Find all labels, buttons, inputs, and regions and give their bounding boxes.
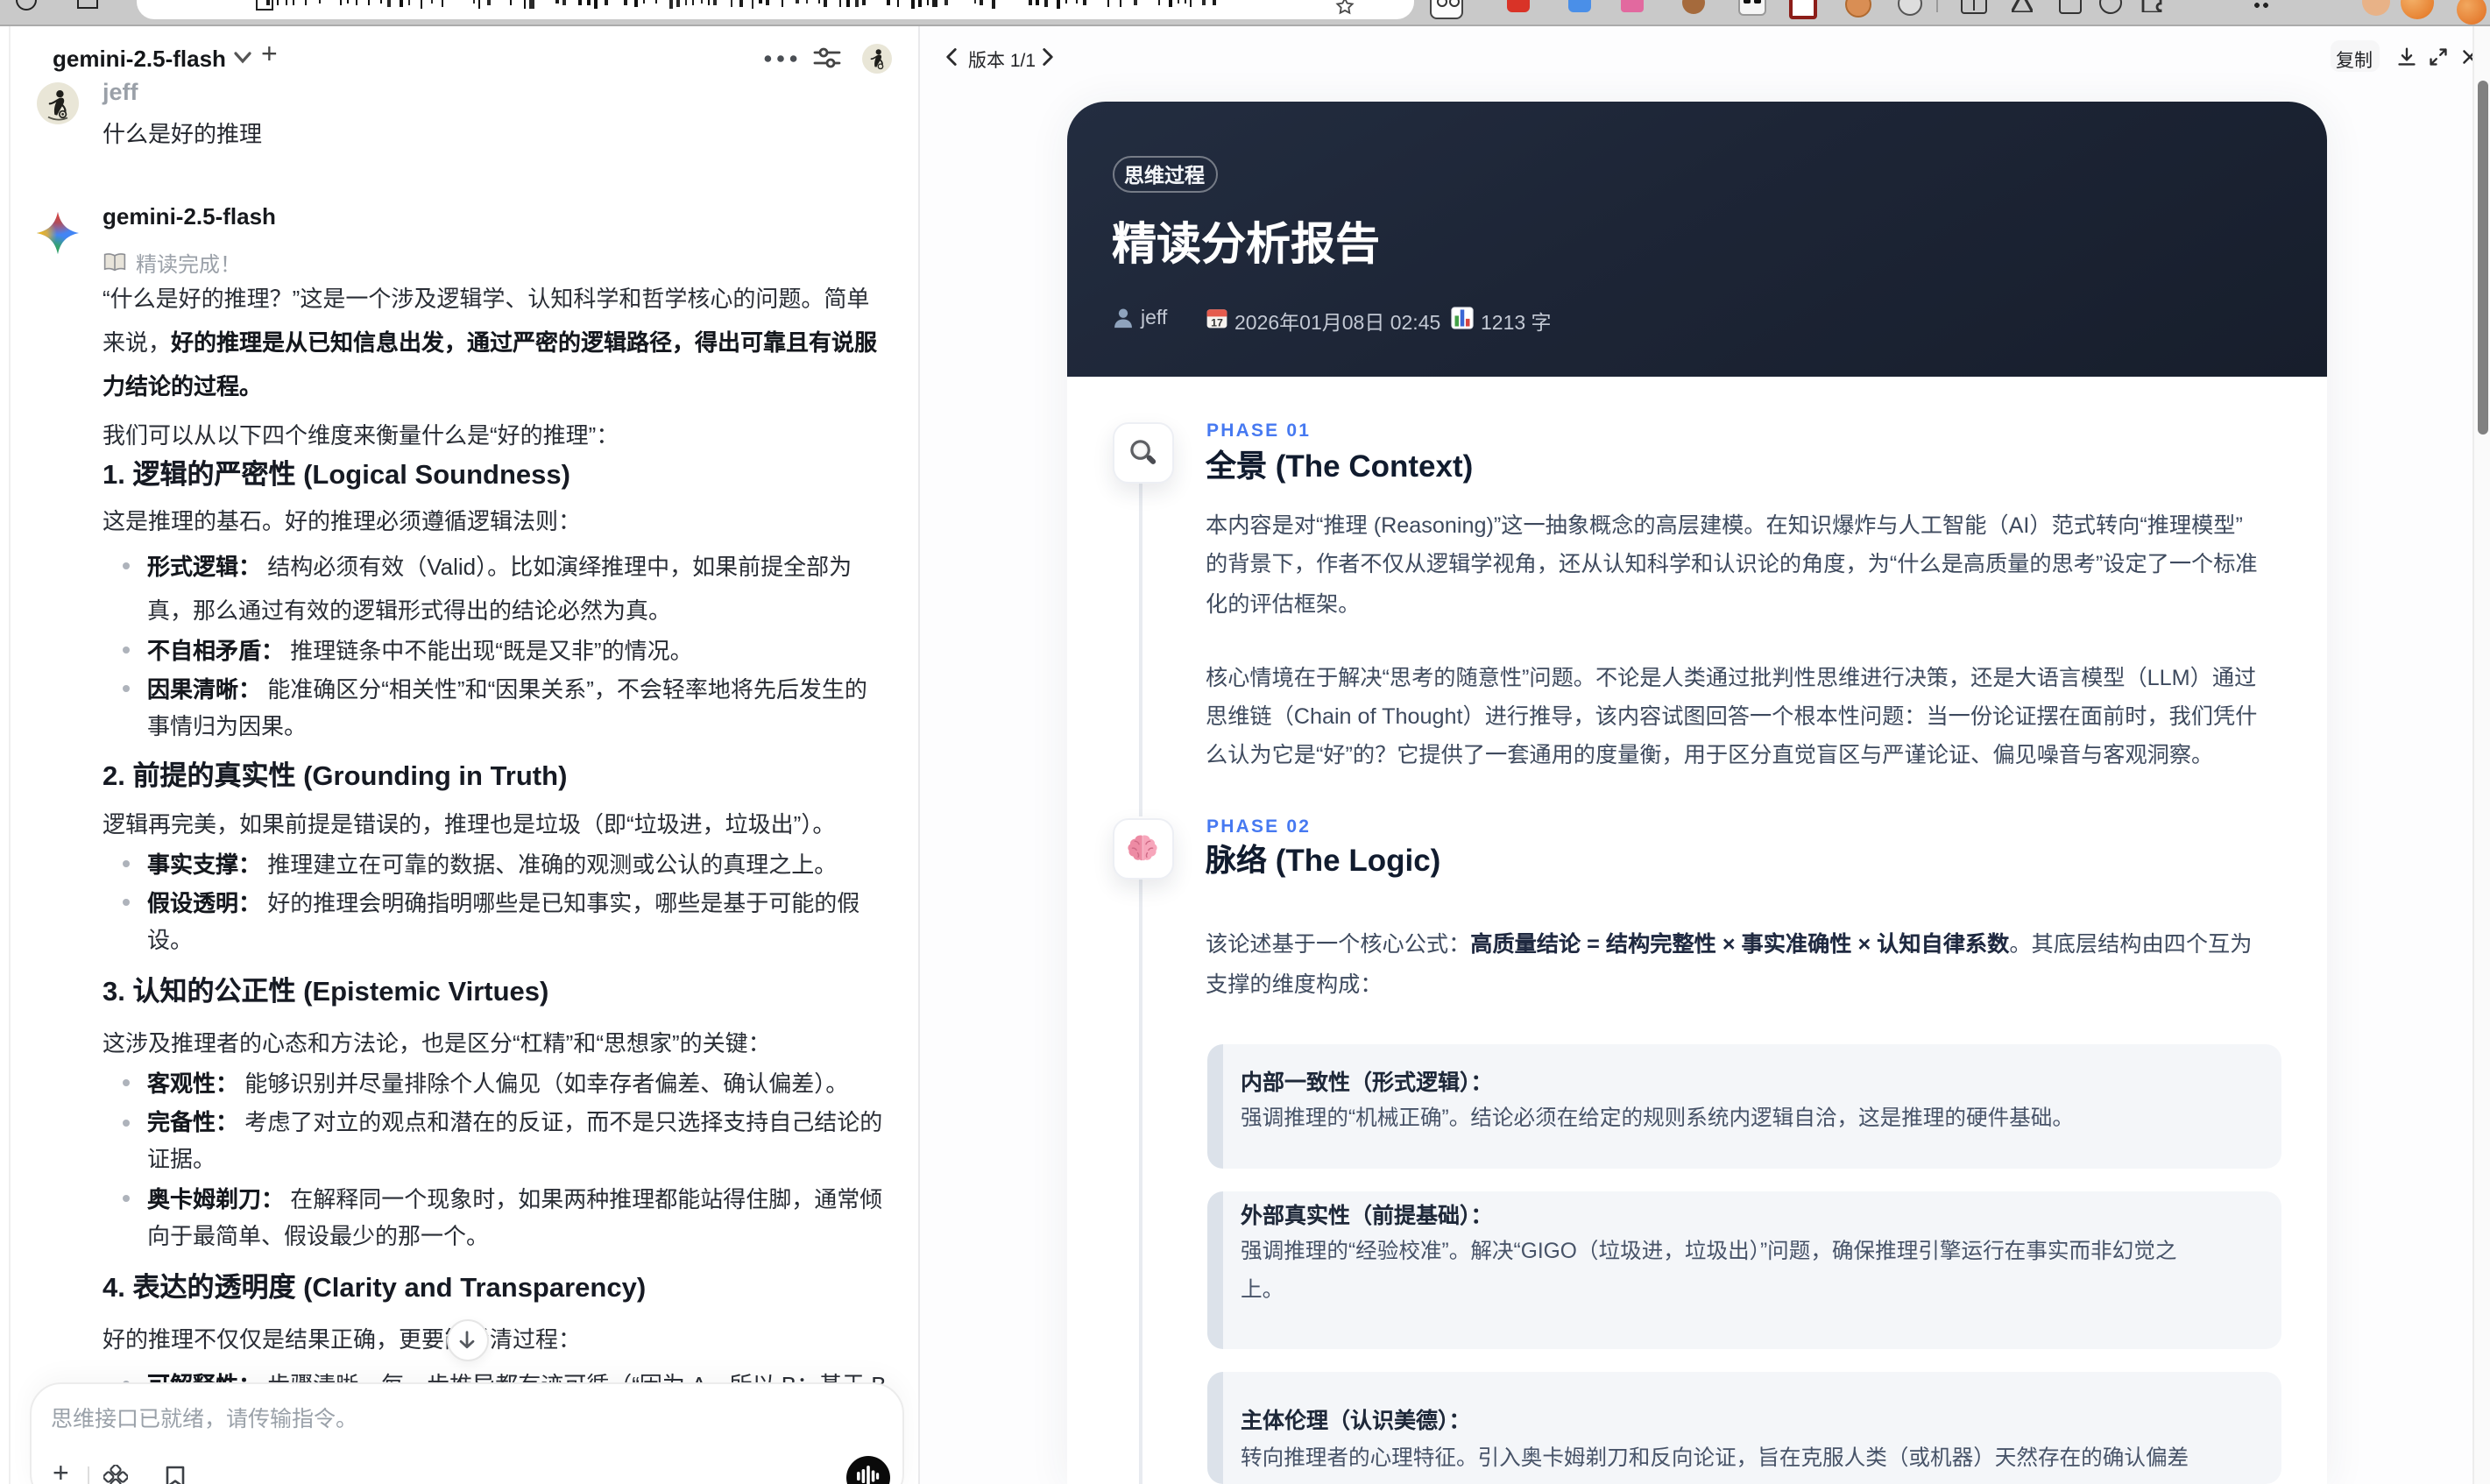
svg-text:17: 17 [1210, 316, 1222, 329]
